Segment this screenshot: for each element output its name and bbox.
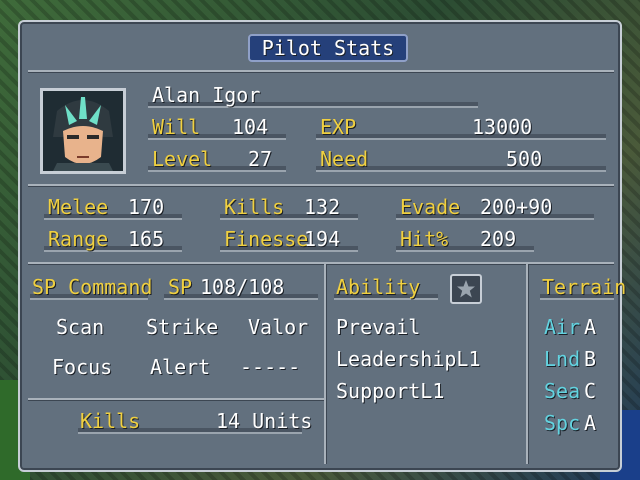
level-value: 27	[248, 147, 273, 171]
hit-value: 209	[480, 227, 517, 251]
divider	[28, 184, 614, 186]
ability-label: Ability	[336, 275, 421, 299]
exp-field	[316, 116, 606, 140]
terrain-label: Terrain	[542, 275, 627, 299]
range-label: Range	[48, 227, 109, 251]
divider-vertical	[526, 264, 528, 464]
sp-command-focus[interactable]: Focus	[52, 356, 112, 378]
melee-value: 170	[128, 195, 165, 219]
evade-value: 200+90	[480, 195, 553, 219]
divider-vertical	[324, 264, 326, 464]
unit-kills-value: 14 Units	[216, 409, 313, 433]
pilot-portrait	[40, 88, 126, 174]
panel-title: Pilot Stats	[261, 36, 395, 60]
will-label: Will	[152, 115, 201, 139]
terrain-type-space: Spc	[544, 411, 581, 435]
terrain-rank-space: A	[584, 411, 597, 435]
pilot-name: Alan Igor	[152, 83, 261, 107]
kills-label: Kills	[224, 195, 285, 219]
will-value: 104	[232, 115, 269, 139]
divider	[28, 398, 324, 400]
title-banner: Pilot Stats	[248, 34, 408, 62]
level-label: Level	[152, 147, 213, 171]
sp-command-alert[interactable]: Alert	[150, 356, 210, 378]
hit-label: Hit%	[400, 227, 449, 251]
finesse-label: Finesse	[224, 227, 309, 251]
sp-value: 108/108	[200, 275, 285, 299]
sp-command-scan[interactable]: Scan	[56, 316, 104, 338]
finesse-value: 194	[304, 227, 341, 251]
exp-value: 13000	[472, 115, 533, 139]
terrain-type-land: Lnd	[544, 347, 581, 371]
sp-command-label: SP Command	[32, 275, 153, 299]
sp-command-empty: -----	[240, 355, 301, 379]
terrain-rank-land: B	[584, 347, 597, 371]
star-icon	[450, 274, 482, 304]
range-value: 165	[128, 227, 165, 251]
exp-label: EXP	[320, 115, 357, 139]
sp-label: SP	[168, 275, 193, 299]
terrain-rank-sea: C	[584, 379, 597, 403]
ability-item: SupportL1	[336, 379, 445, 403]
melee-label: Melee	[48, 195, 109, 219]
kills-value: 132	[304, 195, 341, 219]
divider	[28, 70, 614, 72]
need-label: Need	[320, 147, 369, 171]
sp-command-strike[interactable]: Strike	[146, 316, 218, 338]
ability-item: LeadershipL1	[336, 347, 481, 371]
need-value: 500	[506, 147, 543, 171]
sp-command-valor[interactable]: Valor	[248, 316, 308, 338]
ability-item: Prevail	[336, 315, 421, 339]
evade-label: Evade	[400, 195, 461, 219]
unit-kills-label: Kills	[80, 409, 141, 433]
pilot-stats-panel: Pilot Stats Alan Igor Will 104 EXP 13000…	[18, 20, 626, 472]
terrain-type-air: Air	[544, 315, 581, 339]
terrain-rank-air: A	[584, 315, 597, 339]
terrain-type-sea: Sea	[544, 379, 581, 403]
